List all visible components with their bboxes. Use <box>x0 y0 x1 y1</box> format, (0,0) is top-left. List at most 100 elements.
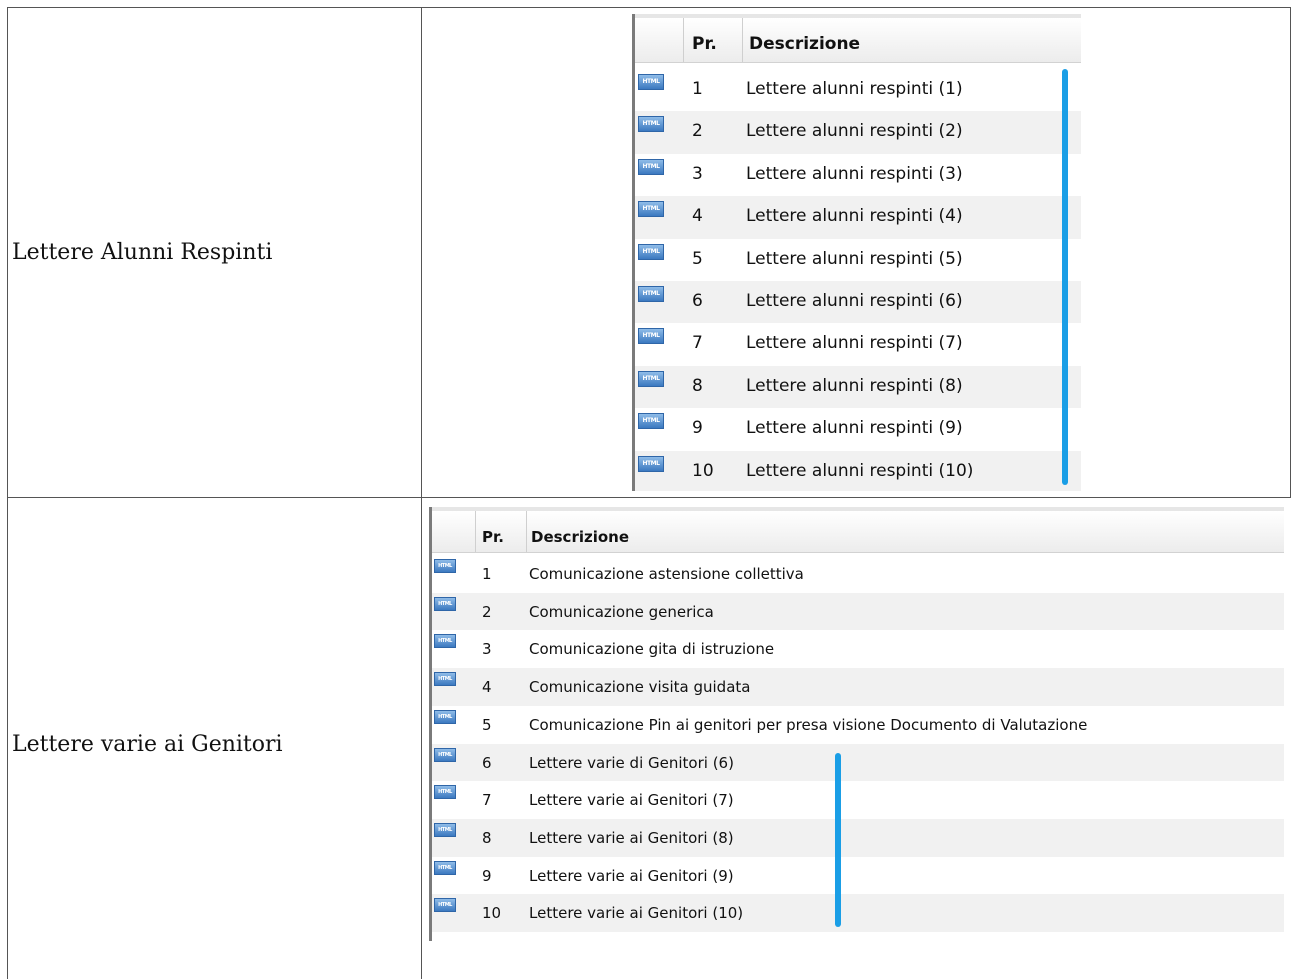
header-separator <box>526 511 527 552</box>
html-file-icon[interactable]: HTML <box>434 596 456 611</box>
row-description[interactable]: Comunicazione astensione collettiva <box>529 565 804 583</box>
table-row[interactable]: HTML 4 Lettere alunni respinti (4) <box>635 196 1081 239</box>
row-number: 4 <box>482 678 492 697</box>
html-file-icon[interactable]: HTML <box>638 370 664 387</box>
row-description[interactable]: Comunicazione gita di istruzione <box>529 640 774 658</box>
html-file-icon[interactable]: HTML <box>638 455 664 472</box>
html-file-icon[interactable]: HTML <box>638 286 664 302</box>
html-file-icon[interactable]: HTML <box>638 74 664 90</box>
table-row[interactable]: HTML 5 Comunicazione Pin ai genitori per p… <box>432 706 1284 744</box>
row-number: 2 <box>482 602 492 621</box>
html-file-icon[interactable]: HTML <box>434 898 456 913</box>
row-description[interactable]: Lettere alunni respinti (6) <box>746 291 963 311</box>
row-number: 9 <box>692 418 703 439</box>
html-file-icon[interactable]: HTML <box>434 747 456 762</box>
html-file-icon[interactable]: HTML <box>434 709 456 724</box>
document-grid-genitori: Pr. Descrizione HTML 1 Comunicazione asten… <box>429 507 1284 941</box>
row-number: 6 <box>482 753 492 772</box>
document-grid-respinti: Pr. Descrizione HTML 1 Lettere alunni resp… <box>632 14 1081 491</box>
row-number: 1 <box>692 79 703 99</box>
column-header-description[interactable]: Descrizione <box>531 528 629 546</box>
grid-header: Pr. Descrizione <box>635 14 1081 63</box>
grid-header: Pr. Descrizione <box>432 507 1284 553</box>
row-description[interactable]: Comunicazione generica <box>529 603 714 621</box>
row-number: 10 <box>482 904 502 923</box>
table-border-top <box>7 7 1291 8</box>
row-description[interactable]: Comunicazione visita guidata <box>529 678 750 696</box>
row-description[interactable]: Lettere varie ai Genitori (7) <box>529 791 734 809</box>
table-row-divider <box>7 497 1291 498</box>
column-header-description[interactable]: Descrizione <box>749 34 860 54</box>
row-description[interactable]: Comunicazione Pin ai genitori per presa … <box>529 716 1087 734</box>
column-header-number[interactable]: Pr. <box>482 528 504 546</box>
highlight-bar <box>835 753 841 927</box>
table-border-left <box>7 7 8 979</box>
highlight-bar <box>1062 69 1068 485</box>
html-file-icon[interactable]: HTML <box>434 822 456 837</box>
header-separator <box>742 18 743 62</box>
row-number: 9 <box>482 866 492 885</box>
row-description[interactable]: Lettere alunni respinti (10) <box>746 461 973 481</box>
table-row[interactable]: HTML 4 Comunicazione visita guidata <box>432 668 1284 706</box>
table-row[interactable]: HTML 6 Lettere varie di Genitori (6) <box>432 743 1284 782</box>
html-file-icon[interactable]: HTML <box>638 328 664 345</box>
row-description[interactable]: Lettere alunni respinti (4) <box>746 206 963 226</box>
html-file-icon[interactable]: HTML <box>638 413 664 430</box>
row-number: 5 <box>482 715 492 734</box>
html-file-icon[interactable]: HTML <box>434 559 456 573</box>
header-separator <box>683 18 684 62</box>
row-description[interactable]: Lettere varie ai Genitori (9) <box>529 867 734 885</box>
html-file-icon[interactable]: HTML <box>434 672 456 687</box>
table-row[interactable]: HTML 2 Lettere alunni respinti (2) <box>635 111 1081 154</box>
table-row[interactable]: HTML 6 Lettere alunni respinti (6) <box>635 281 1081 324</box>
table-row[interactable]: HTML 10 Lettere varie ai Genitori (10) <box>432 894 1284 932</box>
table-border-middle <box>421 7 422 979</box>
table-row[interactable]: HTML 8 Lettere varie ai Genitori (8) <box>432 818 1284 857</box>
row-number: 2 <box>692 121 703 142</box>
row-description[interactable]: Lettere alunni respinti (3) <box>746 164 963 184</box>
row-number: 4 <box>692 206 703 227</box>
row-number: 5 <box>692 248 703 269</box>
html-file-icon[interactable]: HTML <box>434 860 456 875</box>
row-description[interactable]: Lettere alunni respinti (9) <box>746 418 963 438</box>
table-row[interactable]: HTML 3 Lettere alunni respinti (3) <box>635 154 1081 196</box>
html-file-icon[interactable]: HTML <box>638 116 664 133</box>
html-file-icon[interactable]: HTML <box>638 243 664 260</box>
row-description[interactable]: Lettere alunni respinti (1) <box>746 79 963 99</box>
table-row[interactable]: HTML 1 Comunicazione astensione collettiva <box>432 555 1284 593</box>
row-number: 3 <box>482 640 492 659</box>
row-description[interactable]: Lettere varie ai Genitori (8) <box>529 829 734 847</box>
row-description[interactable]: Lettere alunni respinti (8) <box>746 376 963 396</box>
row-number: 3 <box>692 163 703 184</box>
html-file-icon[interactable]: HTML <box>638 201 664 218</box>
table-row[interactable]: HTML 2 Comunicazione generica <box>432 592 1284 631</box>
row-number: 7 <box>482 791 492 810</box>
table-row[interactable]: HTML 1 Lettere alunni respinti (1) <box>635 69 1081 111</box>
table-row[interactable]: HTML 10 Lettere alunni respinti (10) <box>635 450 1081 491</box>
row-description[interactable]: Lettere varie ai Genitori (10) <box>529 904 743 922</box>
row-number: 6 <box>692 291 703 311</box>
html-file-icon[interactable]: HTML <box>434 785 456 800</box>
row-number: 10 <box>692 460 714 481</box>
table-row[interactable]: HTML 7 Lettere varie ai Genitori (7) <box>432 781 1284 819</box>
row-number: 8 <box>692 375 703 396</box>
row-number: 8 <box>482 828 492 847</box>
row-label-genitori: Lettere varie ai Genitori <box>12 732 283 757</box>
row-description[interactable]: Lettere alunni respinti (5) <box>746 249 963 269</box>
row-description[interactable]: Lettere alunni respinti (7) <box>746 333 963 353</box>
html-file-icon[interactable]: HTML <box>434 634 456 649</box>
row-label-respinti: Lettere Alunni Respinti <box>12 240 273 265</box>
table-row[interactable]: HTML 9 Lettere varie ai Genitori (9) <box>432 857 1284 895</box>
table-row[interactable]: HTML 3 Comunicazione gita di istruzione <box>432 630 1284 668</box>
table-row[interactable]: HTML 7 Lettere alunni respinti (7) <box>635 323 1081 365</box>
header-separator <box>475 511 476 552</box>
table-row[interactable]: HTML 8 Lettere alunni respinti (8) <box>635 365 1081 409</box>
row-description[interactable]: Lettere alunni respinti (2) <box>746 121 963 141</box>
table-row[interactable]: HTML 9 Lettere alunni respinti (9) <box>635 408 1081 450</box>
row-number: 1 <box>482 565 492 583</box>
column-header-number[interactable]: Pr. <box>692 34 717 54</box>
html-file-icon[interactable]: HTML <box>638 158 664 175</box>
row-number: 7 <box>692 333 703 354</box>
row-description[interactable]: Lettere varie di Genitori (6) <box>529 754 734 772</box>
table-row[interactable]: HTML 5 Lettere alunni respinti (5) <box>635 239 1081 281</box>
